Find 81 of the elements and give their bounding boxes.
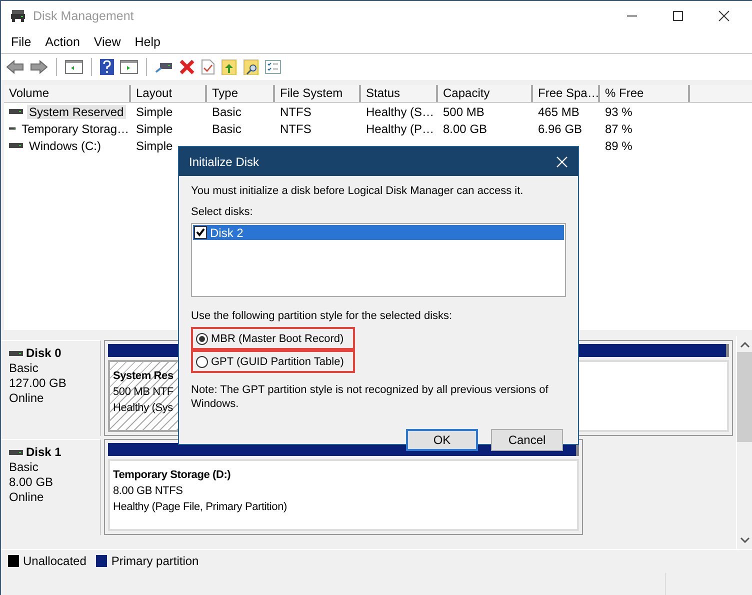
close-icon[interactable] <box>718 10 730 22</box>
table-cell: 465 MB <box>538 104 580 118</box>
dialog-title: Initialize Disk <box>189 154 260 168</box>
column-header[interactable]: Layout <box>131 85 207 102</box>
column-header[interactable]: Free Spa… <box>533 85 600 102</box>
table-cell: Simple <box>136 138 173 152</box>
volume-name[interactable]: Windows (C:) <box>27 138 104 152</box>
disk-name: Disk 0 <box>26 346 62 361</box>
table-cell: 6.96 GB <box>538 122 582 136</box>
disk-type: Basic <box>9 361 40 376</box>
volume-name[interactable]: System Reserved <box>27 104 126 118</box>
disk-status: Online <box>9 490 45 505</box>
column-header[interactable]: Volume <box>4 85 131 102</box>
partition-size: 8.00 GB NTFS <box>113 484 184 499</box>
volume-icon <box>9 109 23 114</box>
folder-search-icon[interactable] <box>243 59 259 75</box>
table-cell: Healthy (P… <box>366 122 434 136</box>
partition-block[interactable]: Temporary Storage (D:) 8.00 GB NTFS Healthy (Page File, Primary Partition) <box>108 459 579 531</box>
maximize-icon[interactable] <box>672 10 684 22</box>
radio-option[interactable]: GPT (GUID Partition Table) <box>191 350 355 373</box>
column-header[interactable]: File System <box>275 85 361 102</box>
volume-name[interactable]: Temporary Storag… <box>20 122 131 136</box>
menu-item[interactable]: Help <box>134 34 160 48</box>
table-cell: Healthy (S… <box>366 104 434 118</box>
radio-button[interactable] <box>196 332 208 344</box>
disk-info-panel[interactable]: Disk 0 Basic 127.00 GB Online <box>1 340 101 436</box>
disk-info-panel[interactable]: Disk 1 Basic 8.00 GB Online <box>1 439 101 535</box>
checkbox[interactable] <box>194 226 207 239</box>
console-tree-icon[interactable] <box>65 60 83 74</box>
legend-label: Unallocated <box>23 554 86 568</box>
partition-style-label: Use the following partition style for the selected disks: <box>191 309 454 323</box>
dialog-message: You must initialize a disk before Logical Disk Manager can access it. <box>191 184 524 198</box>
table-cell: 87 % <box>605 122 632 136</box>
column-header[interactable]: % Free <box>600 85 690 102</box>
partition-status: Healthy (Page File, Primary Partition) <box>113 500 288 515</box>
scroll-up-icon[interactable] <box>740 342 750 348</box>
radio-option[interactable]: MBR (Master Boot Record) <box>191 327 355 350</box>
menu-item[interactable]: Action <box>45 34 80 48</box>
table-cell: Basic <box>212 122 242 136</box>
table-cell: 93 % <box>605 104 632 118</box>
properties-icon[interactable] <box>201 59 215 75</box>
volume-icon <box>9 143 23 148</box>
volume-icon <box>9 126 16 131</box>
disk-size: 127.00 GB <box>9 376 68 391</box>
menu-item[interactable]: View <box>94 34 121 48</box>
back-arrow-icon[interactable] <box>6 60 24 74</box>
folder-up-icon[interactable] <box>221 59 237 75</box>
partition-title: System Res <box>113 369 174 384</box>
checklist-icon[interactable] <box>265 60 281 74</box>
help-icon[interactable] <box>100 59 114 75</box>
table-cell: 89 % <box>605 138 632 152</box>
delete-icon[interactable] <box>179 59 195 75</box>
column-header[interactable]: Capacity <box>438 85 533 102</box>
disk-drive-icon <box>10 8 26 22</box>
disk-type: Basic <box>9 460 40 475</box>
table-cell: NTFS <box>280 122 312 136</box>
network-drive-icon[interactable] <box>155 60 173 74</box>
window-title: Disk Management <box>33 8 134 22</box>
disk-name: Disk 1 <box>26 445 62 460</box>
partition-title: Temporary Storage (D:) <box>113 468 232 483</box>
table-cell: Simple <box>136 104 173 118</box>
menu-item[interactable]: File <box>11 34 32 48</box>
scrollbar[interactable] <box>736 336 752 549</box>
forward-arrow-icon[interactable] <box>30 60 48 74</box>
disk-status: Online <box>9 391 45 406</box>
cancel-button[interactable]: Cancel <box>491 429 563 451</box>
table-cell: 500 MB <box>443 104 484 118</box>
disk-list-item[interactable]: Disk 2 <box>193 225 564 240</box>
column-header[interactable]: Status <box>361 85 438 102</box>
column-header[interactable]: Type <box>207 85 275 102</box>
disk-size: 8.00 GB <box>9 475 54 490</box>
scroll-down-icon[interactable] <box>740 537 750 543</box>
select-disks-label: Select disks: <box>191 205 254 219</box>
table-cell: 8.00 GB <box>443 122 488 136</box>
ok-button[interactable]: OK <box>406 429 478 451</box>
table-cell: Simple <box>136 122 173 136</box>
radio-button[interactable] <box>196 356 208 368</box>
table-cell: NTFS <box>280 104 312 118</box>
action-pane-icon[interactable] <box>120 60 138 74</box>
table-cell: Basic <box>212 104 242 118</box>
legend-label: Primary partition <box>111 554 199 568</box>
